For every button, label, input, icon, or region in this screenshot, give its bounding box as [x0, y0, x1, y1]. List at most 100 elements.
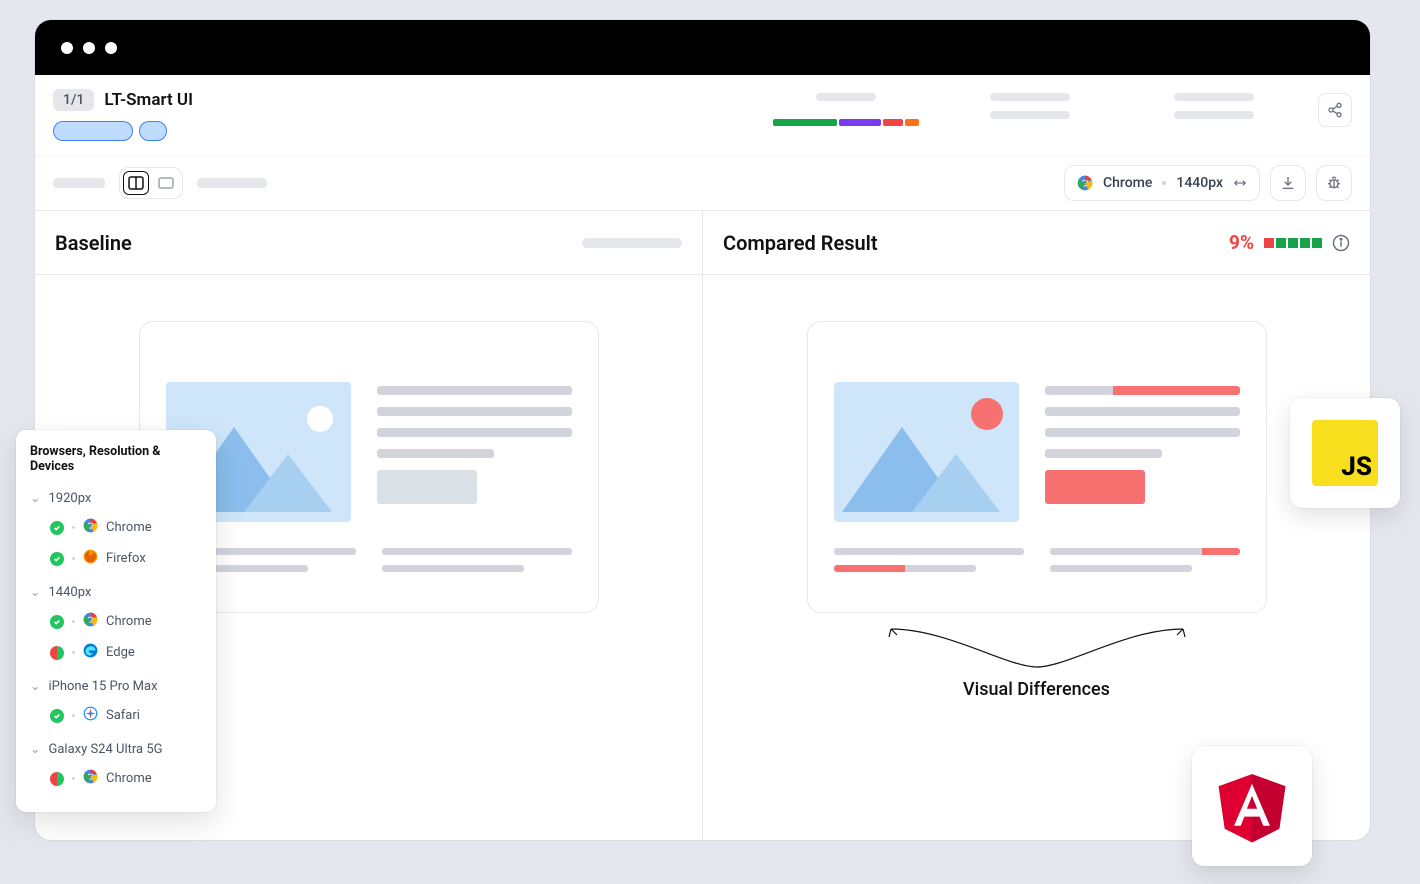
safari-icon [83, 706, 98, 725]
chrome-icon [83, 769, 98, 788]
browser-item[interactable]: Safari [26, 700, 206, 731]
mountain-icon [244, 454, 332, 512]
window-dot-min[interactable] [83, 42, 95, 54]
visual-diff-label: Visual Differences [963, 679, 1110, 700]
chrome-icon [83, 612, 98, 631]
skeleton-line [834, 548, 1024, 555]
edge-icon [83, 643, 98, 662]
status-ok-icon [50, 615, 64, 629]
browsers-panel: Browsers, Resolution & Devices ⌄1920px Ch… [16, 430, 216, 812]
share-button[interactable] [1318, 93, 1352, 127]
skeleton-line [382, 565, 525, 572]
mountain-icon [912, 454, 1000, 512]
skeleton-line [377, 386, 572, 395]
group-label: Galaxy S24 Ultra 5G [48, 742, 162, 757]
app-window: 1/1 LT-Smart UI [35, 20, 1370, 840]
browsers-panel-title: Browsers, Resolution & Devices [26, 444, 206, 474]
skeleton-line [1050, 565, 1193, 572]
status-ok-icon [50, 552, 64, 566]
download-icon [1280, 175, 1296, 191]
stat-col-1 [766, 93, 926, 126]
browser-group: ⌄ iPhone 15 Pro Max Safari [26, 672, 206, 731]
diff-segment [1264, 238, 1274, 248]
project-title: LT-Smart UI [104, 90, 193, 110]
diff-segment [1276, 238, 1286, 248]
skeleton-line [382, 548, 572, 555]
filter-chips [53, 121, 193, 141]
layout-split-option[interactable] [123, 171, 149, 195]
chevron-down-icon: ⌄ [30, 741, 40, 757]
browser-name: Chrome [106, 520, 152, 535]
filter-chip[interactable] [139, 121, 167, 141]
js-badge: JS [1290, 398, 1400, 508]
status-segment [905, 119, 919, 126]
diff-segment [1312, 238, 1322, 248]
browser-item[interactable]: Edge [26, 637, 206, 668]
group-label: iPhone 15 Pro Max [48, 679, 157, 694]
browser-group: ⌄1440pxChrome Edge [26, 578, 206, 668]
chevron-down-icon: ⌄ [30, 678, 40, 694]
layout-toggle[interactable] [119, 167, 183, 199]
pane-header-compared: Compared Result 9% [703, 211, 1370, 275]
diff-line [834, 565, 977, 572]
skeleton-line [816, 93, 876, 101]
compared-card [807, 321, 1267, 613]
browser-group-header[interactable]: ⌄1440px [26, 578, 206, 606]
diff-segment [1300, 238, 1310, 248]
browser-group: ⌄1920px Chrome Firefox [26, 484, 206, 574]
skeleton-line [1045, 407, 1240, 416]
browser-group-header[interactable]: ⌄ iPhone 15 Pro Max [26, 672, 206, 700]
status-segment [839, 119, 881, 126]
browser-item[interactable]: Firefox [26, 543, 206, 574]
chevron-down-icon: ⌄ [30, 584, 40, 600]
skeleton-line [377, 407, 572, 416]
status-ok-icon [50, 709, 64, 723]
browser-group: ⌄ Galaxy S24 Ultra 5G Chrome [26, 735, 206, 794]
sun-icon [307, 406, 333, 432]
separator-dot-icon [72, 557, 75, 560]
resolution-label: 1440px [1176, 175, 1223, 191]
browser-item[interactable]: Chrome [26, 606, 206, 637]
angular-logo-icon [1214, 766, 1290, 846]
skeleton-line [197, 178, 267, 188]
chevron-down-icon: ⌄ [30, 490, 40, 506]
status-segment [773, 119, 837, 126]
separator-dot-icon [72, 620, 75, 623]
bug-icon [1326, 175, 1342, 191]
browser-group-header[interactable]: ⌄ Galaxy S24 Ultra 5G [26, 735, 206, 763]
browser-name: Safari [106, 708, 140, 723]
browser-name: Edge [106, 645, 135, 660]
baseline-title: Baseline [55, 231, 132, 255]
toolbar: Chrome 1440px [35, 155, 1370, 211]
skeleton-line [1045, 428, 1240, 437]
browser-item[interactable]: Chrome [26, 512, 206, 543]
skeleton-block [377, 470, 477, 504]
firefox-icon [83, 549, 98, 568]
window-dot-max[interactable] [105, 42, 117, 54]
browser-selector[interactable]: Chrome 1440px [1064, 165, 1260, 201]
info-icon[interactable] [1332, 234, 1350, 252]
bug-button[interactable] [1316, 165, 1352, 201]
diff-line [1045, 386, 1240, 395]
compare-area: Baseline [35, 211, 1370, 840]
filter-chip[interactable] [53, 121, 133, 141]
download-button[interactable] [1270, 165, 1306, 201]
js-logo-icon: JS [1312, 420, 1378, 486]
browser-item[interactable]: Chrome [26, 763, 206, 794]
angular-badge [1192, 746, 1312, 866]
sun-icon [971, 398, 1003, 430]
browser-name: Firefox [106, 551, 146, 566]
skeleton-line [1174, 93, 1254, 101]
layout-single-option[interactable] [153, 171, 179, 195]
window-dot-close[interactable] [61, 42, 73, 54]
browser-group-header[interactable]: ⌄1920px [26, 484, 206, 512]
diff-line [1050, 548, 1240, 555]
browser-name: Chrome [1103, 175, 1152, 191]
diff-segment [1288, 238, 1298, 248]
compared-title: Compared Result [723, 231, 878, 255]
share-icon [1327, 102, 1343, 118]
skeleton-line [582, 238, 682, 248]
diff-bar [1264, 238, 1322, 248]
status-segment [883, 119, 903, 126]
pane-header-baseline: Baseline [35, 211, 702, 275]
